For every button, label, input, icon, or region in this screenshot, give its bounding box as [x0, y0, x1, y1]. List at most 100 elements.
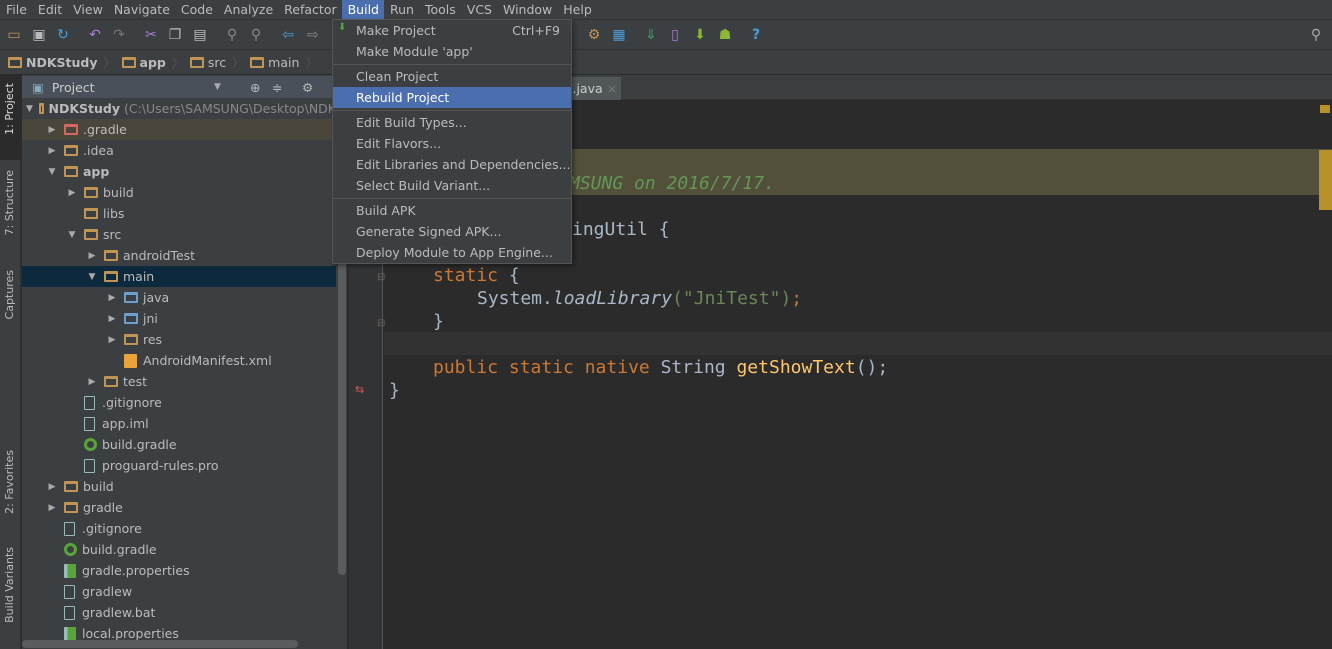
menu-item-edit-build-types[interactable]: Edit Build Types...: [333, 112, 571, 133]
menu-item-make-module[interactable]: Make Module 'app': [333, 41, 571, 62]
open-icon[interactable]: ▭: [6, 27, 22, 43]
menu-item-make-project[interactable]: ⬇ Make Project Ctrl+F9: [333, 20, 571, 41]
menu-view[interactable]: View: [67, 0, 108, 19]
tree-item[interactable]: ▶ build: [22, 476, 336, 497]
menu-analyze[interactable]: Analyze: [218, 0, 278, 19]
breadcrumb-main[interactable]: main: [250, 55, 299, 70]
tree-item[interactable]: ▶ res: [22, 329, 336, 350]
tree-item[interactable]: ▶ build: [22, 182, 336, 203]
menu-refactor[interactable]: Refactor: [278, 0, 341, 19]
menu-item-edit-flavors[interactable]: Edit Flavors...: [333, 133, 571, 154]
sync-icon[interactable]: ↻: [55, 27, 71, 43]
breadcrumb-ndkstudy[interactable]: NDKStudy: [8, 55, 98, 70]
copy-icon[interactable]: ❐: [167, 27, 183, 43]
menu-navigate[interactable]: Navigate: [108, 0, 175, 19]
menu-help[interactable]: Help: [557, 0, 597, 19]
menu-item-deploy-app-engine[interactable]: Deploy Module to App Engine...: [333, 242, 571, 263]
back-icon[interactable]: ⇦: [280, 27, 296, 43]
scroll-from-source-icon[interactable]: ⊕: [250, 80, 260, 95]
tree-item[interactable]: gradlew.bat: [22, 602, 336, 623]
menu-code[interactable]: Code: [175, 0, 218, 19]
tree-item[interactable]: gradle.properties: [22, 560, 336, 581]
menu-item-clean-project[interactable]: Clean Project: [333, 66, 571, 87]
menu-build[interactable]: Build: [341, 0, 384, 19]
tree-item[interactable]: ▶ jni: [22, 308, 336, 329]
collapse-all-icon[interactable]: ≑: [272, 80, 282, 95]
tree-item[interactable]: ▶ gradle: [22, 497, 336, 518]
menu-item-generate-signed-apk[interactable]: Generate Signed APK...: [333, 221, 571, 242]
gear-icon[interactable]: ⚙: [302, 80, 313, 95]
tab-favorites[interactable]: 2: Favorites: [3, 450, 16, 514]
replace-icon[interactable]: ⚲: [248, 27, 264, 43]
sdk-manager-icon[interactable]: ⬇: [692, 27, 708, 43]
expand-arrow-icon[interactable]: ▶: [46, 125, 58, 135]
expand-arrow-icon[interactable]: ▼: [46, 167, 58, 177]
tree-item[interactable]: ▼ app: [22, 161, 336, 182]
menu-window[interactable]: Window: [497, 0, 557, 19]
save-icon[interactable]: ▣: [31, 27, 47, 43]
chevron-down-icon[interactable]: ▼: [214, 82, 221, 92]
menu-vcs[interactable]: VCS: [461, 0, 497, 19]
menu-item-edit-libraries[interactable]: Edit Libraries and Dependencies...: [333, 154, 571, 175]
menu-edit[interactable]: Edit: [32, 0, 67, 19]
horizontal-scrollbar[interactable]: [22, 640, 298, 648]
tree-item[interactable]: ▶ test: [22, 371, 336, 392]
expand-arrow-icon[interactable]: ▼: [86, 272, 98, 282]
tree-item[interactable]: ▶ androidTest: [22, 245, 336, 266]
expand-arrow-icon[interactable]: ▼: [66, 230, 78, 240]
redo-icon[interactable]: ↷: [111, 27, 127, 43]
fold-icon[interactable]: ⊟: [377, 272, 385, 283]
tree-item[interactable]: build.gradle: [22, 539, 336, 560]
tree-item[interactable]: ▶ .gradle: [22, 119, 336, 140]
expand-arrow-icon[interactable]: ▶: [106, 335, 118, 345]
tree-root[interactable]: ▼ NDKStudy (C:\Users\SAMSUNG\Desktop\NDK: [22, 98, 336, 119]
tab-project[interactable]: 1: Project: [3, 83, 16, 135]
expand-arrow-icon[interactable]: ▶: [106, 293, 118, 303]
undo-icon[interactable]: ↶: [87, 27, 103, 43]
sync-gradle-icon[interactable]: ⇓: [643, 27, 659, 43]
tree-item[interactable]: .gitignore: [22, 392, 336, 413]
tree-item[interactable]: AndroidManifest.xml: [22, 350, 336, 371]
expand-arrow-icon[interactable]: ▶: [106, 314, 118, 324]
menu-item-build-apk[interactable]: Build APK: [333, 200, 571, 221]
tab-build-variants[interactable]: Build Variants: [3, 547, 16, 623]
close-tab-icon[interactable]: ×: [607, 81, 617, 96]
expand-arrow-icon[interactable]: ▶: [66, 188, 78, 198]
highlight-marker[interactable]: [1319, 150, 1332, 210]
tab-structure[interactable]: 7: Structure: [3, 170, 16, 235]
menu-file[interactable]: File: [0, 0, 32, 19]
tree-item[interactable]: ▶ java: [22, 287, 336, 308]
find-icon[interactable]: ⚲: [224, 27, 240, 43]
breadcrumb-app[interactable]: app: [121, 55, 166, 70]
forward-icon[interactable]: ⇨: [305, 27, 321, 43]
tab-captures[interactable]: Captures: [3, 270, 16, 319]
expand-arrow-icon[interactable]: ▶: [86, 251, 98, 261]
paste-icon[interactable]: ▤: [192, 27, 208, 43]
menu-run[interactable]: Run: [384, 0, 419, 19]
tree-item[interactable]: .gitignore: [22, 518, 336, 539]
expand-arrow-icon[interactable]: ▼: [26, 104, 33, 114]
avd-manager-icon[interactable]: ▯: [667, 27, 683, 43]
tree-item[interactable]: app.iml: [22, 413, 336, 434]
android-monitor-icon[interactable]: ☗: [717, 27, 733, 43]
tree-item[interactable]: ▼ src: [22, 224, 336, 245]
tree-item[interactable]: gradlew: [22, 581, 336, 602]
menu-item-select-build-variant[interactable]: Select Build Variant...: [333, 175, 571, 196]
project-view-selector[interactable]: Project: [52, 80, 95, 95]
breadcrumb-src[interactable]: src: [189, 55, 226, 70]
help-icon[interactable]: ?: [748, 27, 764, 43]
tree-item[interactable]: libs: [22, 203, 336, 224]
menu-item-rebuild-project[interactable]: Rebuild Project: [333, 87, 571, 108]
cut-icon[interactable]: ✂: [143, 27, 159, 43]
expand-arrow-icon[interactable]: ▶: [86, 377, 98, 387]
fold-icon[interactable]: ⊟: [377, 318, 385, 329]
tree-item[interactable]: ▶ .idea: [22, 140, 336, 161]
search-everywhere-icon[interactable]: ⚲: [1308, 27, 1324, 43]
sdk-icon[interactable]: ▦: [611, 27, 627, 43]
native-link-icon[interactable]: ⇆: [355, 383, 364, 396]
expand-arrow-icon[interactable]: ▶: [46, 146, 58, 156]
tree-item[interactable]: proguard-rules.pro: [22, 455, 336, 476]
tree-item[interactable]: ▼ main: [22, 266, 336, 287]
expand-arrow-icon[interactable]: ▶: [46, 503, 58, 513]
menu-tools[interactable]: Tools: [419, 0, 461, 19]
